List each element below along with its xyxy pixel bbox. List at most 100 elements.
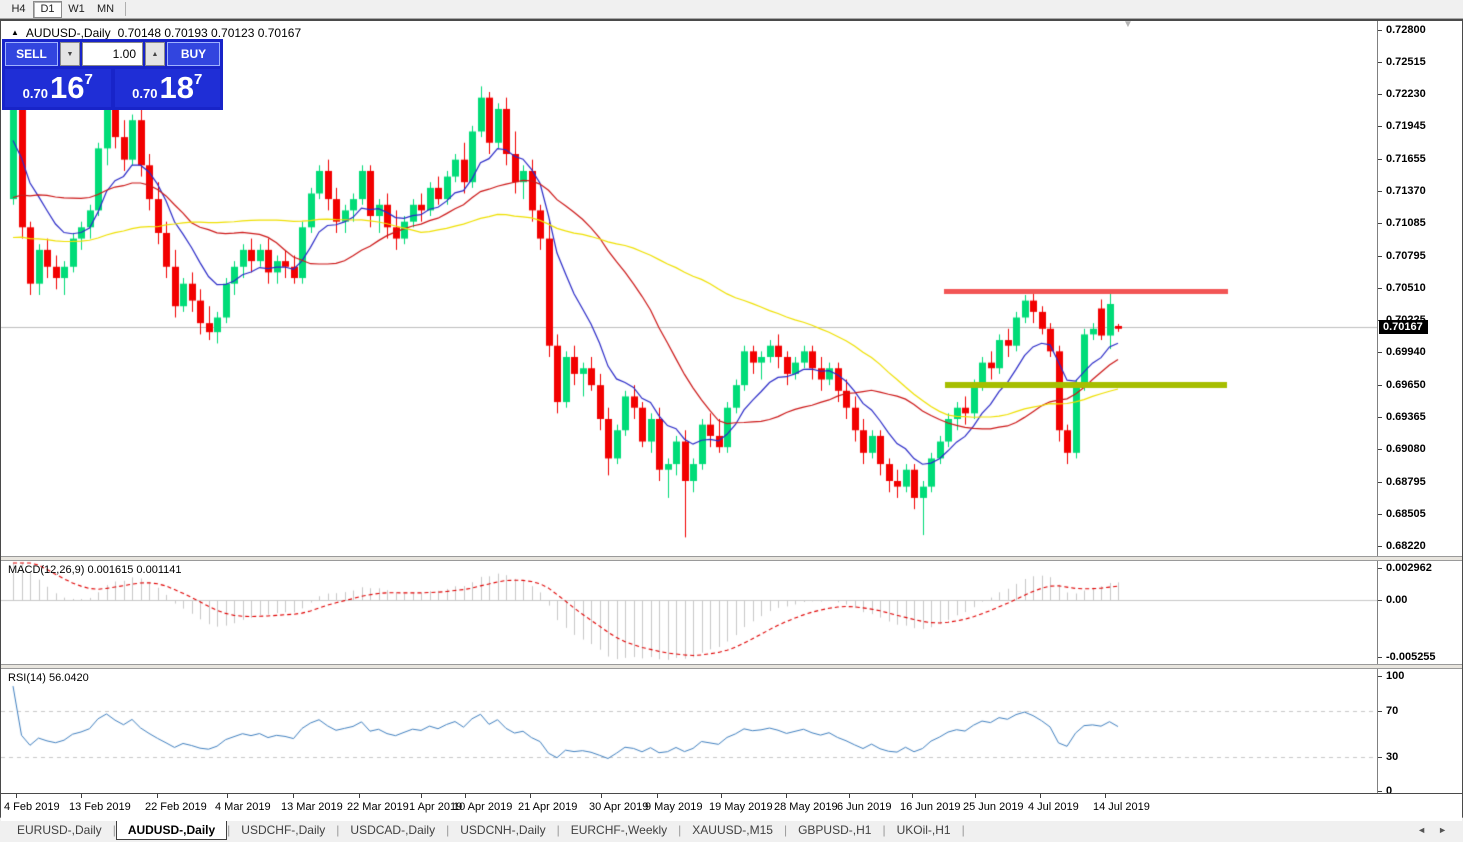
main-chart-pane[interactable]: ▲ AUDUSD-,Daily 0.70148 0.70193 0.70123 … bbox=[1, 21, 1377, 556]
chart-tab-eurusd-daily[interactable]: EURUSD-,Daily bbox=[6, 821, 113, 839]
buy-price-sup: 7 bbox=[194, 71, 202, 88]
time-tick bbox=[786, 794, 787, 798]
sell-button[interactable]: SELL bbox=[5, 42, 58, 66]
time-tick bbox=[657, 794, 658, 798]
time-tick bbox=[465, 794, 466, 798]
price-tick-label: 0.69365 bbox=[1378, 411, 1426, 423]
sell-price-display[interactable]: 0.70 16 7 bbox=[5, 69, 111, 107]
timeframe-toolbar: H4 D1 W1 MN bbox=[0, 0, 1463, 19]
chart-symbol-label: AUDUSD-,Daily bbox=[26, 26, 111, 40]
chart-tab-usdcnh-daily[interactable]: USDCNH-,Daily bbox=[449, 821, 556, 839]
time-tick bbox=[849, 794, 850, 798]
price-tick-label: 0.69650 bbox=[1378, 379, 1426, 391]
time-label: 4 Mar 2019 bbox=[215, 801, 271, 813]
macd-pane[interactable]: MACD(12,26,9) 0.001615 0.001141 bbox=[1, 561, 1377, 664]
time-label: 19 May 2019 bbox=[709, 801, 773, 813]
time-label: 28 May 2019 bbox=[774, 801, 838, 813]
price-tick-label: 0.69080 bbox=[1378, 443, 1426, 455]
buy-price-prefix: 0.70 bbox=[132, 86, 157, 101]
time-tick bbox=[1105, 794, 1106, 798]
one-click-trading-panel: SELL ▼ 1.00 ▲ BUY 0.70 16 7 0.70 18 7 bbox=[2, 39, 223, 110]
price-tick-label: 0.71945 bbox=[1378, 120, 1426, 132]
price-tick-label: 0.68220 bbox=[1378, 540, 1426, 552]
chart-tab-usdchf-daily[interactable]: USDCHF-,Daily bbox=[230, 821, 336, 839]
time-label: 16 Jun 2019 bbox=[900, 801, 961, 813]
current-price-tag: 0.70167 bbox=[1379, 320, 1428, 334]
time-label: 14 Jul 2019 bbox=[1093, 801, 1150, 813]
price-scale[interactable]: 0.728000.725150.722300.719450.716550.713… bbox=[1377, 21, 1462, 556]
chart-tab-ukoil-h1[interactable]: UKOil-,H1 bbox=[886, 821, 962, 839]
time-tick bbox=[293, 794, 294, 798]
time-tick bbox=[1040, 794, 1041, 798]
time-label: 4 Jul 2019 bbox=[1028, 801, 1079, 813]
time-label: 21 Apr 2019 bbox=[518, 801, 577, 813]
collapse-triangle-icon[interactable]: ▲ bbox=[11, 28, 19, 38]
volume-decrease-button[interactable]: ▼ bbox=[60, 42, 80, 66]
chart-ohlc-values: 0.70148 0.70193 0.70123 0.70167 bbox=[118, 26, 302, 40]
timeframe-button-w1[interactable]: W1 bbox=[62, 1, 91, 18]
sell-price-big: 16 bbox=[50, 69, 84, 107]
macd-tick-label: 0.00 bbox=[1378, 594, 1407, 606]
buy-price-big: 18 bbox=[159, 69, 193, 107]
time-label: 10 Apr 2019 bbox=[453, 801, 512, 813]
macd-tick-label: -0.005255 bbox=[1378, 651, 1436, 663]
price-tick-label: 0.72230 bbox=[1378, 88, 1426, 100]
chart-tab-audusd-daily[interactable]: AUDUSD-,Daily bbox=[116, 820, 227, 840]
time-tick bbox=[601, 794, 602, 798]
time-label: 6 Jun 2019 bbox=[837, 801, 891, 813]
chart-tab-usdcad-daily[interactable]: USDCAD-,Daily bbox=[339, 821, 446, 839]
rsi-tick-label: 100 bbox=[1378, 670, 1404, 682]
macd-label: MACD(12,26,9) 0.001615 0.001141 bbox=[8, 564, 181, 576]
time-label: 25 Jun 2019 bbox=[963, 801, 1024, 813]
chart-tab-gbpusd-h1[interactable]: GBPUSD-,H1 bbox=[787, 821, 882, 839]
time-tick bbox=[16, 794, 17, 798]
time-axis[interactable]: 4 Feb 201913 Feb 201922 Feb 20194 Mar 20… bbox=[1, 793, 1462, 821]
macd-scale[interactable]: 0.002962 0.00 -0.005255 bbox=[1377, 561, 1462, 664]
macd-tick-label: 0.002962 bbox=[1378, 562, 1432, 574]
tab-scroll-right-icon[interactable]: ► bbox=[1438, 825, 1447, 835]
time-label: 9 May 2019 bbox=[645, 801, 702, 813]
price-tick-label: 0.70795 bbox=[1378, 250, 1426, 262]
chart-tab-eurchf-weekly[interactable]: EURCHF-,Weekly bbox=[560, 821, 678, 839]
price-tick-label: 0.69940 bbox=[1378, 346, 1426, 358]
macd-canvas[interactable] bbox=[1, 561, 1377, 664]
buy-price-display[interactable]: 0.70 18 7 bbox=[115, 69, 221, 107]
price-tick-label: 0.68505 bbox=[1378, 508, 1426, 520]
rsi-label: RSI(14) 56.0420 bbox=[8, 672, 89, 684]
chart-window: ▲ AUDUSD-,Daily 0.70148 0.70193 0.70123 … bbox=[0, 19, 1463, 817]
tab-scroll-left-icon[interactable]: ◄ bbox=[1417, 825, 1426, 835]
rsi-scale[interactable]: 10070300 bbox=[1377, 669, 1462, 793]
price-tick-label: 0.71370 bbox=[1378, 185, 1426, 197]
time-label: 13 Mar 2019 bbox=[281, 801, 343, 813]
toolbar-separator bbox=[125, 2, 126, 16]
time-label: 22 Mar 2019 bbox=[347, 801, 409, 813]
time-tick bbox=[227, 794, 228, 798]
timeframe-button-d1[interactable]: D1 bbox=[33, 1, 62, 18]
time-tick bbox=[81, 794, 82, 798]
time-tick bbox=[975, 794, 976, 798]
rsi-tick-label: 70 bbox=[1378, 705, 1398, 717]
tab-separator: | bbox=[962, 823, 965, 837]
rsi-canvas[interactable] bbox=[1, 669, 1377, 793]
price-tick-label: 0.71655 bbox=[1378, 153, 1426, 165]
timeframe-button-h4[interactable]: H4 bbox=[4, 1, 33, 18]
price-tick-label: 0.71085 bbox=[1378, 217, 1426, 229]
chart-shift-marker-icon[interactable]: ▼ bbox=[1123, 19, 1133, 30]
chart-tab-xauusd-m15[interactable]: XAUUSD-,M15 bbox=[681, 821, 784, 839]
time-tick bbox=[157, 794, 158, 798]
time-tick bbox=[912, 794, 913, 798]
rsi-pane[interactable]: RSI(14) 56.0420 bbox=[1, 669, 1377, 793]
timeframe-button-mn[interactable]: MN bbox=[91, 1, 120, 18]
time-tick bbox=[359, 794, 360, 798]
price-tick-label: 0.72515 bbox=[1378, 56, 1426, 68]
time-label: 22 Feb 2019 bbox=[145, 801, 207, 813]
time-tick bbox=[421, 794, 422, 798]
volume-input[interactable]: 1.00 bbox=[82, 42, 143, 66]
time-label: 30 Apr 2019 bbox=[589, 801, 648, 813]
price-tick-label: 0.70510 bbox=[1378, 282, 1426, 294]
buy-button[interactable]: BUY bbox=[167, 42, 220, 66]
time-tick bbox=[530, 794, 531, 798]
time-tick bbox=[721, 794, 722, 798]
volume-increase-button[interactable]: ▲ bbox=[145, 42, 165, 66]
time-label: 4 Feb 2019 bbox=[4, 801, 60, 813]
